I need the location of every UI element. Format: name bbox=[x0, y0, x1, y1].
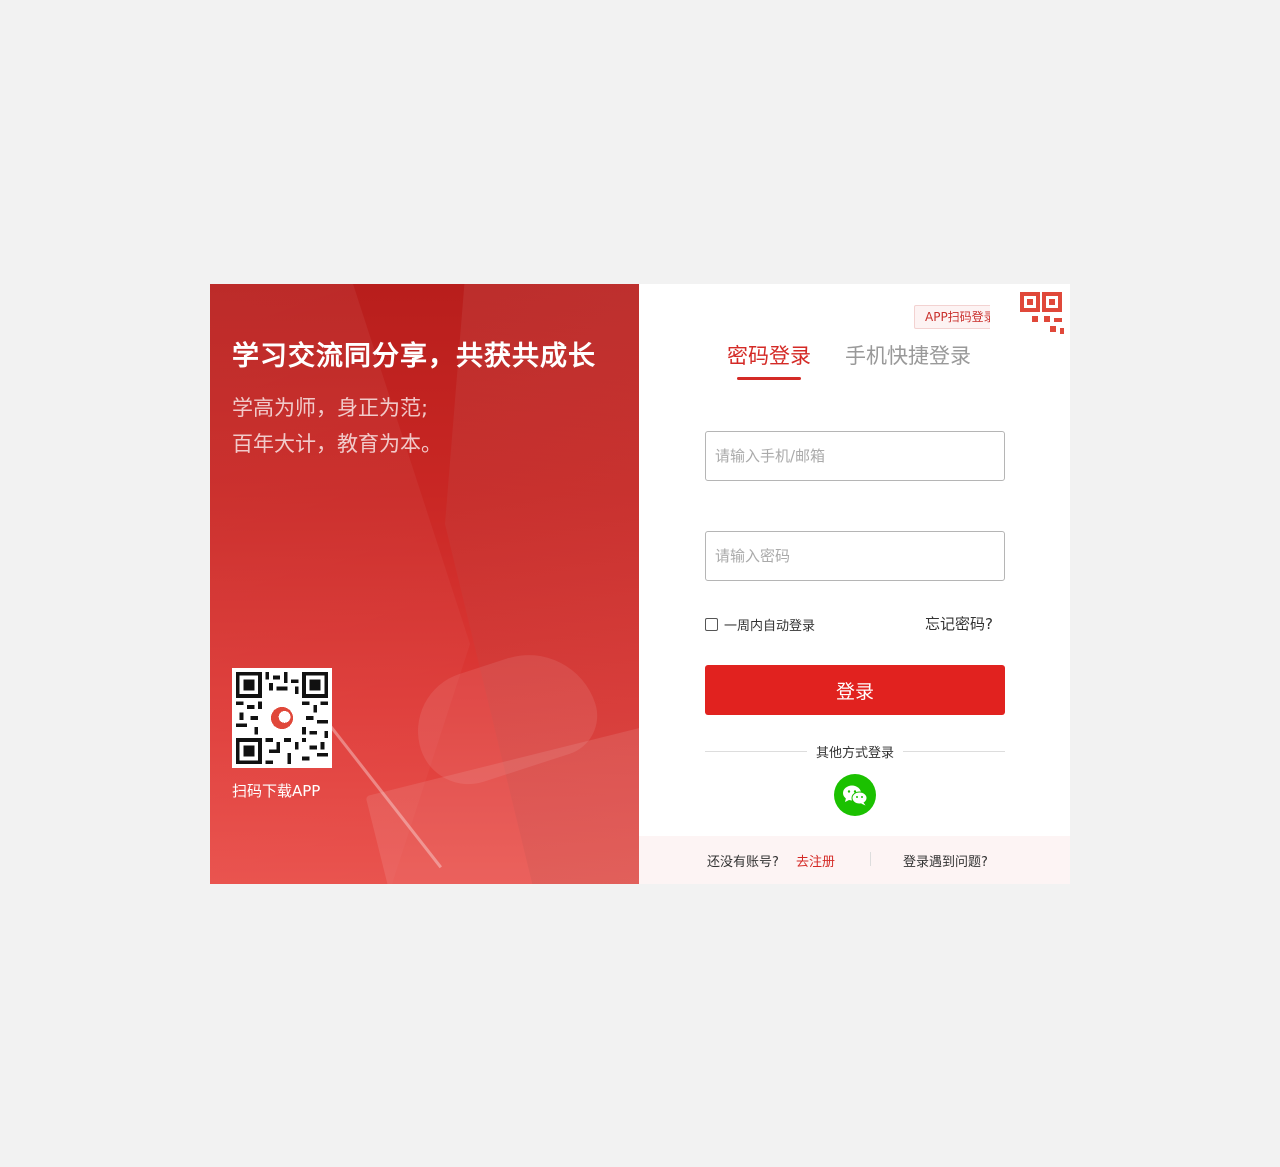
other-login-label: 其他方式登录 bbox=[816, 746, 895, 761]
qr-login-toggle-icon[interactable] bbox=[990, 284, 1070, 364]
wechat-icon bbox=[843, 785, 868, 806]
remember-me[interactable]: 一周内自动登录 bbox=[705, 615, 815, 634]
subtitle-line-2: 百年大计，教育为本。 bbox=[232, 432, 442, 456]
no-account-text: 还没有账号? bbox=[707, 855, 779, 870]
slogan-title: 学习交流同分享，共获共成长 bbox=[232, 341, 596, 372]
footer-separator bbox=[870, 852, 871, 866]
qr-caption: 扫码下载APP bbox=[232, 782, 321, 800]
wechat-login-button[interactable] bbox=[834, 774, 876, 816]
account-input[interactable] bbox=[705, 431, 1005, 481]
promo-panel: 学习交流同分享，共获共成长 学高为师，身正为范; 百年大计，教育为本。 扫码下载… bbox=[210, 284, 639, 884]
slogan-subtitle: 学高为师，身正为范; 百年大计，教育为本。 bbox=[232, 390, 442, 462]
login-problem-link[interactable]: 登录遇到问题? bbox=[903, 851, 988, 870]
login-footer: 还没有账号? 去注册 登录遇到问题? bbox=[639, 836, 1070, 884]
password-input[interactable] bbox=[705, 531, 1005, 581]
app-download-qr bbox=[232, 668, 332, 768]
login-button[interactable]: 登录 bbox=[705, 665, 1005, 715]
remember-checkbox[interactable] bbox=[705, 618, 718, 631]
remember-label: 一周内自动登录 bbox=[724, 619, 816, 634]
forgot-password-link[interactable]: 忘记密码? bbox=[925, 613, 993, 634]
divider-line bbox=[705, 751, 807, 752]
tab-phone-login[interactable]: 手机快捷登录 bbox=[845, 340, 971, 380]
login-panel: APP扫码登录 密码登录 手机快捷登录 请输入手机/邮箱 一周内自动登录 忘记密… bbox=[639, 284, 1070, 884]
qr-code-icon bbox=[236, 672, 328, 764]
divider-line bbox=[903, 751, 1006, 752]
register-link[interactable]: 去注册 bbox=[796, 851, 835, 870]
subtitle-line-1: 学高为师，身正为范; bbox=[232, 396, 429, 420]
other-login-divider: 其他方式登录 bbox=[705, 742, 1006, 761]
tab-password-login[interactable]: 密码登录 bbox=[727, 340, 811, 380]
login-card: 学习交流同分享，共获共成长 学高为师，身正为范; 百年大计，教育为本。 扫码下载… bbox=[210, 284, 1070, 884]
login-tabs: 密码登录 手机快捷登录 bbox=[727, 340, 971, 380]
